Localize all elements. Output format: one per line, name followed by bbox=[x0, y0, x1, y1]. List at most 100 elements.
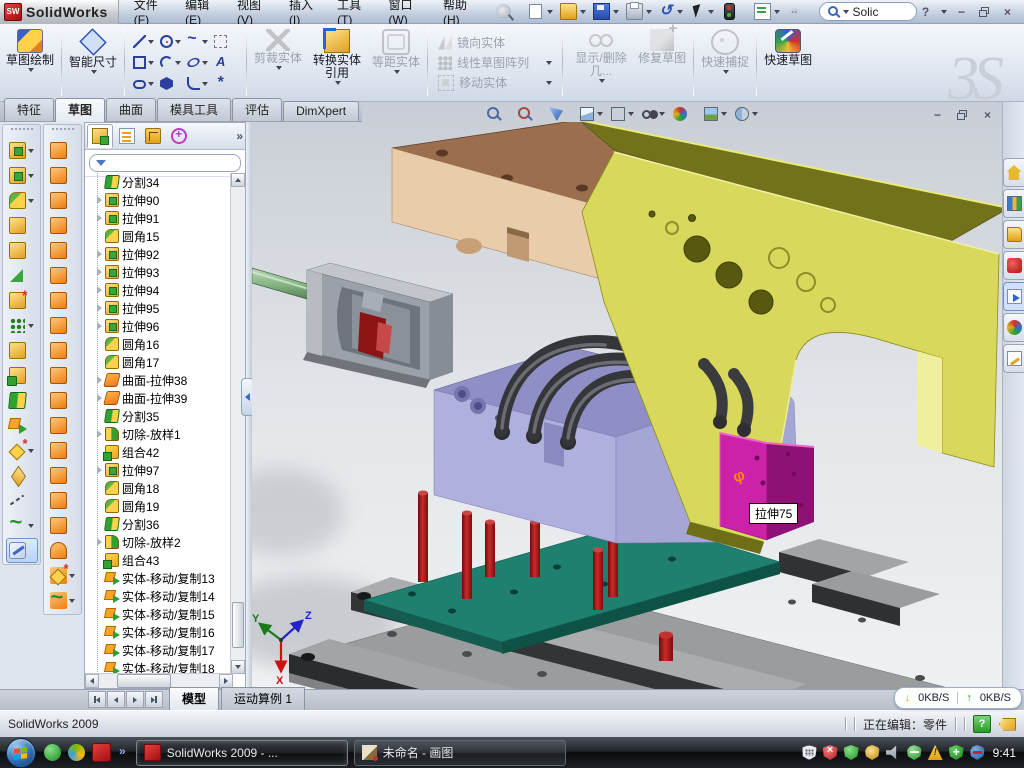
feature-tree-row[interactable]: 切除-放样1 bbox=[89, 425, 231, 443]
chevron-down-icon[interactable] bbox=[843, 10, 849, 14]
surface-tool-button[interactable] bbox=[47, 363, 79, 388]
pattern-tool-button[interactable]: 移动实体 bbox=[436, 74, 554, 91]
panel-tab[interactable] bbox=[115, 125, 139, 147]
smart-dimension-button[interactable]: 智能尺寸 bbox=[67, 27, 119, 98]
feature-tree-row[interactable]: 实体-移动/复制15 bbox=[89, 605, 231, 623]
sketch-entity-button[interactable] bbox=[213, 32, 239, 52]
feature-tool-button[interactable] bbox=[6, 313, 38, 338]
surface-tool-button[interactable] bbox=[47, 163, 79, 188]
feature-tree-row[interactable]: 拉伸97 bbox=[89, 461, 231, 479]
surface-tool-button[interactable] bbox=[47, 188, 79, 213]
graphics-area[interactable]: φ Y Z X bbox=[252, 102, 1002, 689]
view-tool-button[interactable] bbox=[485, 105, 512, 123]
tray-icon[interactable] bbox=[844, 745, 859, 760]
quick-launch-icon[interactable] bbox=[92, 743, 111, 762]
surface-tool-button[interactable] bbox=[47, 238, 79, 263]
expand-arrow-icon[interactable] bbox=[97, 196, 102, 204]
document-tab[interactable]: 模型 bbox=[169, 687, 219, 710]
quick-launch-overflow-button[interactable]: » bbox=[119, 744, 126, 761]
minimize-button[interactable]: − bbox=[953, 4, 970, 19]
document-tab[interactable]: 运动算例 1 bbox=[221, 687, 305, 710]
sketch-entity-button[interactable] bbox=[186, 32, 212, 52]
feature-tree-row[interactable]: 实体-移动/复制13 bbox=[89, 569, 231, 587]
tag-icon[interactable] bbox=[999, 718, 1016, 731]
surface-tool-button[interactable] bbox=[47, 288, 79, 313]
view-tool-button[interactable] bbox=[578, 105, 605, 123]
feature-tool-button[interactable] bbox=[6, 288, 38, 313]
expand-arrow-icon[interactable] bbox=[97, 466, 102, 474]
first-study-button[interactable] bbox=[88, 691, 106, 708]
sketch-entity-button[interactable] bbox=[132, 74, 158, 94]
quick-tips-button[interactable]: ? bbox=[973, 715, 991, 733]
start-button[interactable] bbox=[6, 738, 36, 768]
feature-tree-row[interactable]: 实体-移动/复制18 bbox=[89, 659, 231, 674]
toolbar-grip[interactable] bbox=[11, 128, 33, 135]
feature-tree-row[interactable]: 圆角18 bbox=[89, 479, 231, 497]
surface-tool-button[interactable] bbox=[47, 338, 79, 363]
feature-tool-button[interactable] bbox=[6, 413, 38, 438]
feature-tool-button[interactable] bbox=[6, 238, 38, 263]
restore-button[interactable] bbox=[976, 4, 993, 19]
tray-icon[interactable] bbox=[907, 745, 922, 760]
scrollbar-thumb[interactable] bbox=[117, 674, 171, 688]
sketch-entity-button[interactable] bbox=[159, 32, 185, 52]
feature-tool-button[interactable] bbox=[6, 338, 38, 363]
sketch-entity-button[interactable] bbox=[213, 74, 239, 94]
task-pane-tab[interactable] bbox=[1003, 344, 1024, 373]
feature-tree-row[interactable]: 分割34 bbox=[89, 173, 231, 191]
scroll-left-button[interactable] bbox=[85, 674, 99, 688]
expand-arrow-icon[interactable] bbox=[97, 286, 102, 294]
display-delete-relations-button[interactable]: 显示/删除几... bbox=[568, 27, 634, 98]
surface-tool-button[interactable] bbox=[47, 138, 79, 163]
feature-tool-button[interactable] bbox=[6, 188, 38, 213]
expand-arrow-icon[interactable] bbox=[97, 394, 102, 402]
sketch-entity-button[interactable] bbox=[186, 74, 212, 94]
feature-tree-row[interactable]: 实体-移动/复制17 bbox=[89, 641, 231, 659]
view-tool-button[interactable] bbox=[516, 105, 543, 123]
feature-tree-row[interactable]: 拉伸95 bbox=[89, 299, 231, 317]
surface-tool-button[interactable] bbox=[47, 313, 79, 338]
feature-tool-button[interactable] bbox=[6, 438, 38, 463]
surface-tool-button[interactable] bbox=[47, 463, 79, 488]
repair-sketch-button[interactable]: 修复草图 bbox=[636, 27, 688, 98]
toolbar-button[interactable] bbox=[688, 3, 716, 20]
toolbar-button[interactable] bbox=[719, 2, 749, 21]
surface-tool-button[interactable] bbox=[47, 413, 79, 438]
feature-tree-row[interactable]: 圆角17 bbox=[89, 353, 231, 371]
sketch-entity-button[interactable] bbox=[132, 53, 158, 73]
chevron-down-icon[interactable] bbox=[941, 10, 947, 14]
tray-icon[interactable] bbox=[928, 745, 943, 760]
feature-tree-row[interactable]: 拉伸91 bbox=[89, 209, 231, 227]
toolbar-button[interactable] bbox=[752, 2, 782, 21]
filter-input[interactable] bbox=[89, 154, 241, 172]
toolbar-button[interactable] bbox=[558, 2, 588, 21]
feature-tree-row[interactable]: 圆角16 bbox=[89, 335, 231, 353]
doc-minimize-button[interactable]: − bbox=[929, 107, 946, 122]
expand-arrow-icon[interactable] bbox=[97, 538, 102, 546]
view-tool-button[interactable] bbox=[671, 105, 698, 123]
scroll-up-button[interactable] bbox=[231, 173, 245, 187]
surface-tool-button[interactable] bbox=[47, 263, 79, 288]
feature-tree-row[interactable]: 拉伸93 bbox=[89, 263, 231, 281]
expand-arrow-icon[interactable] bbox=[97, 304, 102, 312]
panel-tab[interactable] bbox=[167, 125, 191, 147]
pattern-tool-button[interactable]: 线性草图阵列 bbox=[436, 54, 554, 71]
sketch-entity-button[interactable] bbox=[159, 74, 185, 94]
expand-arrow-icon[interactable] bbox=[97, 214, 102, 222]
surface-tool-button[interactable] bbox=[47, 438, 79, 463]
toolbar-button[interactable] bbox=[624, 2, 654, 21]
toolbar-button[interactable] bbox=[785, 3, 813, 20]
taskbar-task-button[interactable]: 未命名 - 画图 bbox=[354, 740, 566, 766]
sketch-entity-button[interactable] bbox=[213, 53, 239, 73]
command-tab[interactable]: DimXpert bbox=[283, 101, 359, 121]
surface-tool-button[interactable] bbox=[47, 588, 79, 613]
feature-tool-button[interactable] bbox=[6, 263, 38, 288]
task-pane-tab[interactable] bbox=[1003, 282, 1024, 311]
feature-tree-row[interactable]: 拉伸94 bbox=[89, 281, 231, 299]
help-button[interactable]: ? bbox=[917, 4, 934, 19]
task-pane-tab[interactable] bbox=[1003, 220, 1024, 249]
feature-tree-row[interactable]: 拉伸90 bbox=[89, 191, 231, 209]
model-3d-view[interactable]: φ Y Z X bbox=[252, 122, 1002, 689]
expand-arrow-icon[interactable] bbox=[97, 250, 102, 258]
command-tab[interactable]: 特征 bbox=[4, 98, 54, 121]
